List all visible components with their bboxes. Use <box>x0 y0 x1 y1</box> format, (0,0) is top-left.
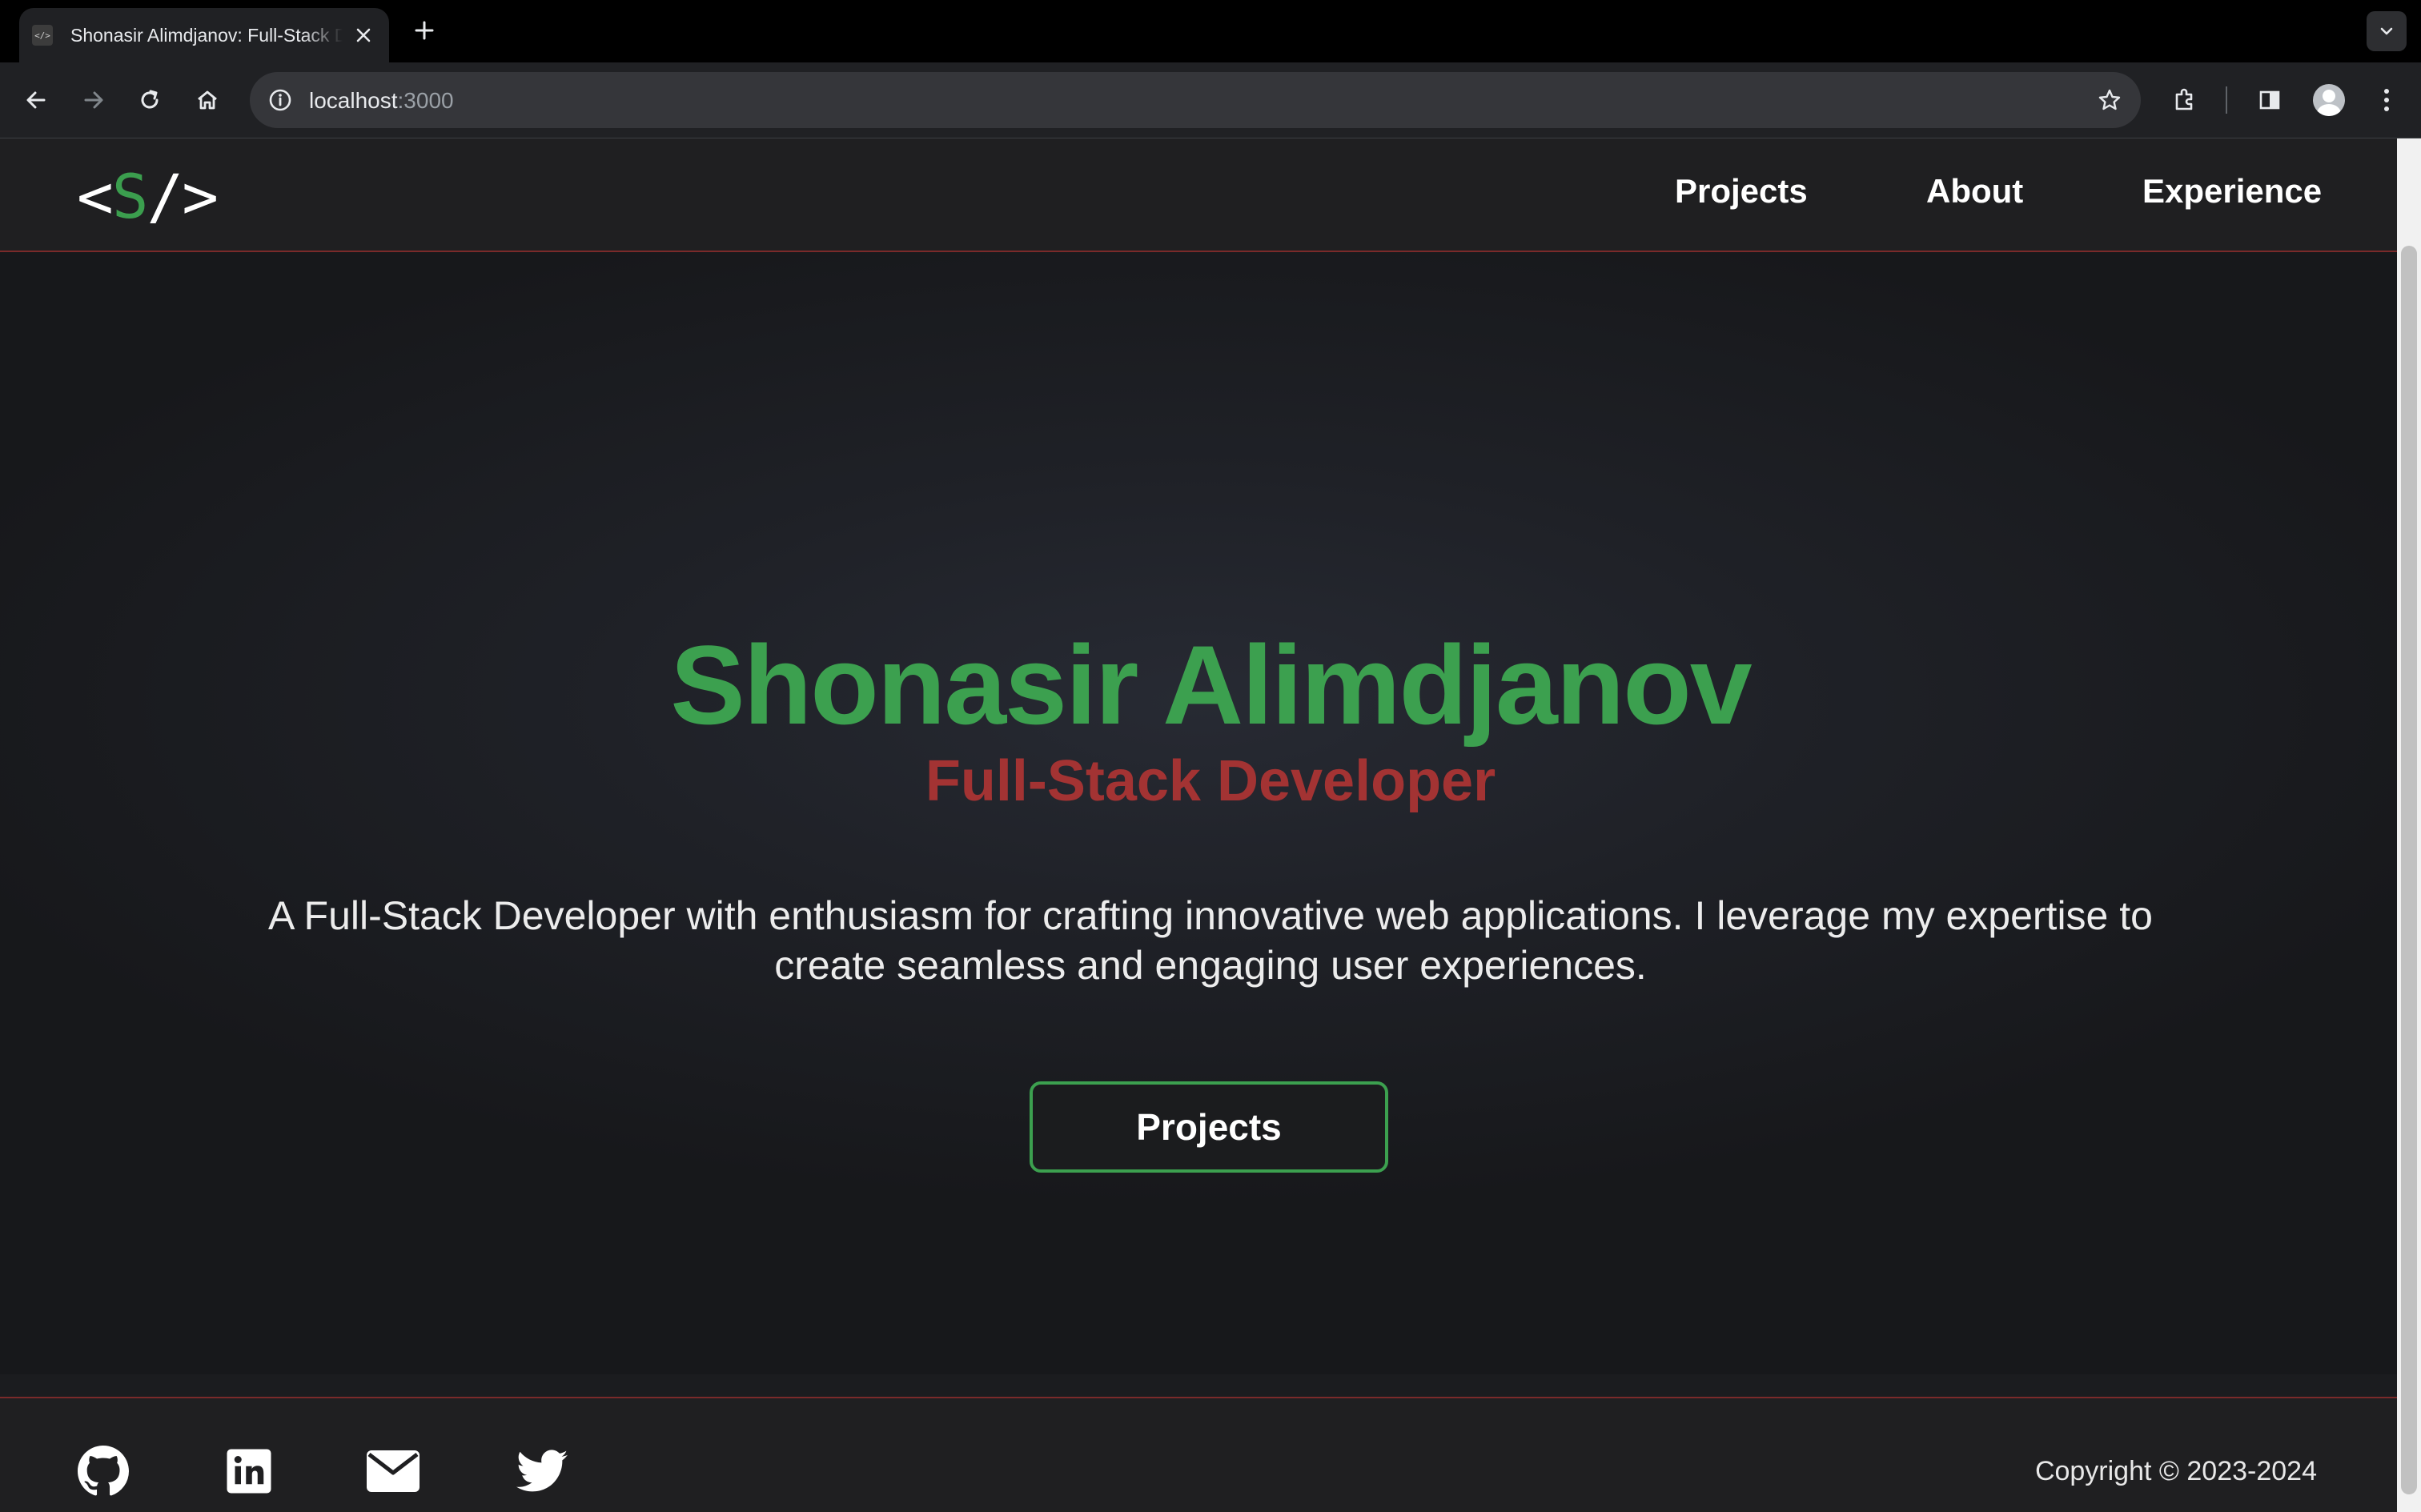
url-host: localhost <box>309 88 398 113</box>
tab-close-icon[interactable] <box>351 22 376 48</box>
browser-tab-strip: </> Shonasir Alimdjanov: Full-Stack Deve… <box>0 0 2421 62</box>
hero-description: A Full-Stack Developer with enthusiasm f… <box>268 893 2153 988</box>
home-icon[interactable] <box>187 80 227 120</box>
twitter-icon[interactable] <box>516 1445 568 1498</box>
forward-arrow-icon[interactable] <box>74 80 114 120</box>
nav-link-experience[interactable]: Experience <box>2142 172 2322 211</box>
url-port: :3000 <box>397 88 454 113</box>
page-viewport: <S/> Projects About Experience Shonasir … <box>0 138 2397 1512</box>
side-panel-icon[interactable] <box>2250 80 2290 120</box>
hero-name: Shonasir Alimdjanov <box>670 622 1752 748</box>
copyright-text: Copyright © 2023-2024 <box>2034 1456 2317 1486</box>
projects-cta-button[interactable]: Projects <box>1030 1081 1388 1173</box>
address-bar[interactable]: localhost:3000 <box>250 72 2141 128</box>
reload-icon[interactable] <box>130 80 170 120</box>
linkedin-icon[interactable] <box>223 1445 275 1498</box>
tab-title: Shonasir Alimdjanov: Full-Stack Develope… <box>70 24 343 46</box>
toolbar-divider <box>2226 86 2227 114</box>
nav-link-projects[interactable]: Projects <box>1675 172 1808 211</box>
site-header: <S/> Projects About Experience <box>0 138 2397 252</box>
site-info-icon[interactable] <box>266 86 295 114</box>
new-tab-plus-icon[interactable] <box>410 16 439 45</box>
logo-left-bracket: < <box>77 161 114 232</box>
bookmark-star-icon[interactable] <box>2094 85 2125 115</box>
tab-favicon-icon: </> <box>32 25 53 46</box>
site-logo[interactable]: <S/> <box>77 161 219 232</box>
hero-section: Shonasir Alimdjanov Full-Stack Developer… <box>0 252 2397 1374</box>
profile-avatar[interactable] <box>2309 80 2349 120</box>
profile-avatar-icon <box>2313 84 2345 116</box>
site-footer: Copyright © 2023-2024 <box>0 1397 2397 1512</box>
more-menu-icon[interactable] <box>2367 80 2407 120</box>
browser-tab[interactable]: </> Shonasir Alimdjanov: Full-Stack Deve… <box>19 8 389 62</box>
mail-icon[interactable] <box>367 1445 420 1498</box>
tab-search-chevron-icon[interactable] <box>2367 11 2407 51</box>
scrollbar-thumb[interactable] <box>2401 246 2417 1494</box>
github-icon[interactable] <box>77 1445 130 1498</box>
hero-role: Full-Stack Developer <box>925 749 1496 813</box>
page-scrollbar[interactable] <box>2397 138 2421 1512</box>
browser-toolbar: localhost:3000 <box>0 62 2421 138</box>
url-text[interactable]: localhost:3000 <box>309 88 454 114</box>
nav-link-about[interactable]: About <box>1926 172 2023 211</box>
extensions-puzzle-icon[interactable] <box>2165 80 2205 120</box>
back-arrow-icon[interactable] <box>16 80 56 120</box>
logo-right-bracket: /> <box>147 161 219 232</box>
logo-letter: S <box>111 161 149 232</box>
